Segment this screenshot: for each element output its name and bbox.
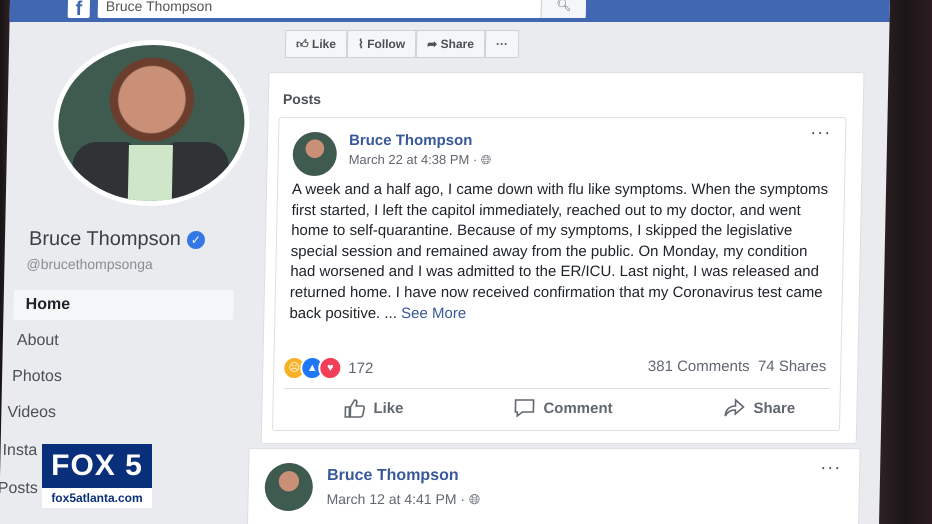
post-date-text: March 22 at 4:38 PM · (348, 152, 482, 167)
search-icon: 🔍︎ (556, 0, 572, 12)
post-card: Bruce Thompson March 22 at 4:38 PM · 🌐︎ … (271, 117, 847, 431)
sidebar-item-about[interactable]: About (17, 332, 59, 350)
like-page-button[interactable]: 👍︎ Like (284, 30, 348, 58)
share-page-button[interactable]: ➦ Share (415, 30, 486, 58)
share-arrow-icon: ➦ (427, 37, 438, 51)
search-input[interactable]: Bruce Thompson 🔍︎ (97, 0, 587, 18)
search-button[interactable]: 🔍︎ (540, 0, 587, 18)
fox5-broadcast-logo: FOX 5 fox5atlanta.com (42, 444, 152, 508)
fox5-logo-url: fox5atlanta.com (42, 488, 152, 508)
avatar[interactable] (292, 132, 338, 176)
fox5-logo-text: FOX 5 (42, 444, 152, 488)
post-body: A week and a half ago, I came down with … (289, 180, 832, 324)
globe-icon: 🌐︎ (480, 152, 492, 167)
share-button[interactable]: Share (723, 398, 795, 418)
page-title: Bruce Thompson ✓ (28, 228, 206, 251)
posts-heading: Posts (282, 91, 322, 107)
shirt (127, 144, 174, 201)
search-value: Bruce Thompson (105, 0, 213, 14)
sidebar-item-videos[interactable]: Videos (7, 404, 56, 422)
comment-button[interactable]: Comment (513, 398, 613, 418)
profile-photo (56, 45, 247, 201)
post-author[interactable]: Bruce Thompson (349, 132, 473, 149)
shares-count[interactable]: 74 Shares (758, 358, 827, 375)
comment-label: Comment (543, 399, 613, 417)
follow-label: Follow (367, 37, 406, 51)
follow-button[interactable]: ⌇ Follow (346, 30, 417, 58)
post-options-icon[interactable]: ··· (810, 122, 831, 143)
post-author[interactable]: Bruce Thompson (327, 467, 459, 485)
rss-icon: ⌇ (357, 37, 364, 51)
facebook-top-bar: f Bruce Thompson 🔍︎ (9, 0, 890, 22)
share-label: Share (753, 399, 796, 417)
verified-badge-icon: ✓ (186, 230, 206, 249)
jacket-left (71, 141, 133, 201)
post-options-icon[interactable]: ··· (820, 457, 841, 478)
profile-name: Bruce Thompson (28, 228, 182, 250)
globe-icon: 🌐︎ (468, 491, 481, 507)
comments-count[interactable]: 381 Comments (648, 358, 750, 375)
like-label: Like (311, 37, 337, 51)
thumbs-up-icon: 👍︎ (295, 37, 309, 51)
page-action-row: 👍︎ Like ⌇ Follow ➦ Share ··· (284, 30, 520, 58)
post-timestamp[interactable]: March 22 at 4:38 PM · 🌐︎ (348, 152, 492, 168)
post-timestamp[interactable]: March 12 at 4:41 PM · 🌐︎ (326, 491, 480, 508)
sidebar-item-home[interactable]: Home (13, 290, 234, 320)
post-body-text: A week and a half ago, I came down with … (289, 181, 829, 322)
more-button[interactable]: ··· (484, 30, 520, 58)
reaction-summary[interactable]: ☹ ▲ ♥ 172 (282, 356, 374, 380)
post-card: Bruce Thompson March 12 at 4:41 PM · 🌐︎ … (246, 448, 861, 524)
sidebar-item-instagram[interactable]: Insta (2, 442, 37, 460)
love-reaction-icon: ♥ (318, 356, 343, 380)
reaction-count: 172 (348, 359, 374, 377)
sidebar-item-posts[interactable]: Posts (0, 480, 38, 498)
posts-section: Posts Bruce Thompson March 22 at 4:38 PM… (260, 72, 865, 444)
comment-bubble-icon (514, 399, 535, 418)
post-date-text: March 12 at 4:41 PM · (326, 491, 470, 507)
profile-handle[interactable]: @brucethompsonga (26, 256, 153, 272)
like-button[interactable]: Like (343, 398, 404, 418)
like-label: Like (373, 399, 404, 417)
share-label: Share (440, 37, 475, 51)
divider (283, 388, 830, 389)
avatar[interactable] (264, 463, 314, 511)
see-more-link[interactable]: See More (401, 305, 466, 322)
thumbs-up-icon (344, 399, 366, 418)
engagement-counts: 381 Comments 74 Shares (648, 358, 827, 375)
share-arrow-icon (724, 398, 745, 417)
jacket-right (168, 141, 230, 201)
facebook-logo[interactable]: f (67, 0, 91, 20)
sidebar-item-photos[interactable]: Photos (12, 368, 62, 386)
profile-picture[interactable] (51, 40, 252, 206)
